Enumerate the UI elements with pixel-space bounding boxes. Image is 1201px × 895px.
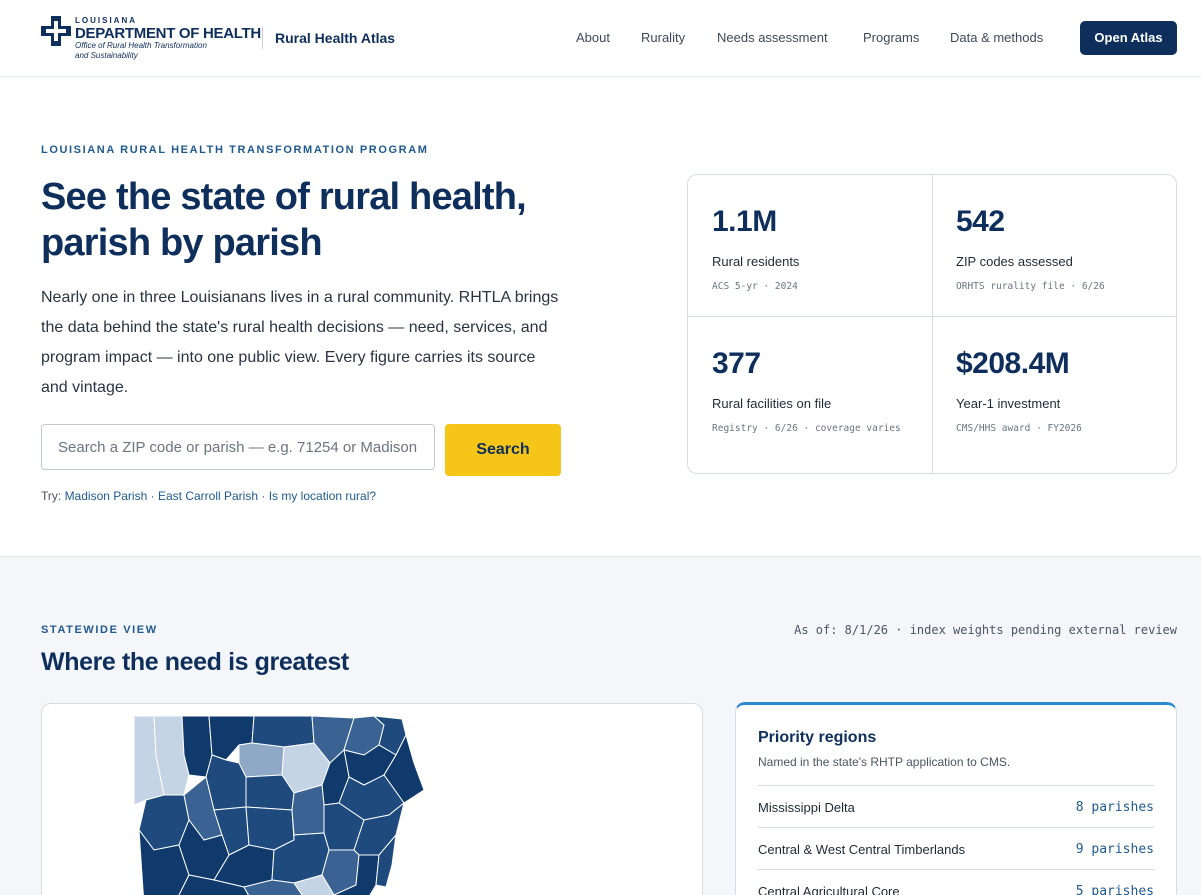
region-parish-count: 8 parishes bbox=[1075, 800, 1154, 815]
product-name[interactable]: Rural Health Atlas bbox=[275, 30, 395, 46]
stat-source: ORHTS rurality file · 6/26 bbox=[956, 281, 1105, 292]
site-header: LOUISIANA DEPARTMENT OF HEALTH Office of… bbox=[0, 0, 1201, 77]
search-input[interactable] bbox=[41, 424, 435, 470]
stats-card: 1.1M Rural residents ACS 5-yr · 2024 542… bbox=[687, 174, 1177, 474]
stat-value: $208.4M bbox=[956, 347, 1070, 380]
try-suggestions: Try: Madison Parish · East Carroll Paris… bbox=[41, 489, 376, 503]
parish-need-map[interactable] bbox=[41, 703, 703, 895]
logo-office-text-2: and Sustainability bbox=[75, 51, 138, 60]
stat-value: 377 bbox=[712, 347, 761, 380]
region-name: Central Agricultural Core bbox=[758, 884, 900, 895]
region-parish-count: 9 parishes bbox=[1075, 842, 1154, 857]
map-parish[interactable] bbox=[291, 784, 325, 836]
try-link-madison-parish[interactable]: Madison Parish bbox=[65, 489, 148, 503]
stat-value: 1.1M bbox=[712, 205, 777, 238]
hero-title: See the state of rural health, parish by… bbox=[41, 176, 527, 264]
nav-rurality[interactable]: Rurality bbox=[641, 30, 685, 45]
logo-department-text: DEPARTMENT OF HEALTH bbox=[75, 25, 261, 42]
region-name: Central & West Central Timberlands bbox=[758, 842, 966, 857]
nav-needs-assessment[interactable]: Needs assessment bbox=[717, 30, 828, 45]
stat-value: 542 bbox=[956, 205, 1005, 238]
try-prefix: Try: bbox=[41, 489, 62, 503]
try-link-is-location-rural[interactable]: Is my location rural? bbox=[269, 489, 376, 503]
priority-region-row[interactable]: Mississippi Delta 8 parishes bbox=[758, 785, 1154, 827]
louisiana-parish-map[interactable] bbox=[134, 715, 434, 895]
stat-zip-codes: 542 ZIP codes assessed ORHTS rurality fi… bbox=[956, 204, 1176, 295]
nav-about[interactable]: About bbox=[576, 30, 610, 45]
ldh-logo[interactable]: LOUISIANA DEPARTMENT OF HEALTH Office of… bbox=[41, 14, 261, 62]
header-divider bbox=[262, 27, 263, 49]
priority-region-row[interactable]: Central & West Central Timberlands 9 par… bbox=[758, 827, 1154, 869]
priority-title: Priority regions bbox=[758, 729, 877, 746]
state-cross-logo-icon bbox=[41, 16, 71, 46]
region-parish-count: 5 parishes bbox=[1075, 884, 1154, 895]
stat-label: Rural facilities on file bbox=[712, 396, 832, 411]
logo-state-text: LOUISIANA bbox=[75, 16, 137, 25]
stat-label: ZIP codes assessed bbox=[956, 254, 1073, 269]
hero-eyebrow: LOUISIANA RURAL HEALTH TRANSFORMATION PR… bbox=[41, 144, 429, 156]
hero-body: Nearly one in three Louisianans lives in… bbox=[41, 289, 559, 396]
stat-rural-residents: 1.1M Rural residents ACS 5-yr · 2024 bbox=[712, 204, 932, 295]
region-name: Mississippi Delta bbox=[758, 800, 855, 815]
stats-divider-vertical bbox=[932, 175, 933, 473]
try-link-east-carroll-parish[interactable]: East Carroll Parish bbox=[158, 489, 258, 503]
stat-year1-investment: $208.4M Year-1 investment CMS/HHS award … bbox=[956, 346, 1176, 437]
open-atlas-button[interactable]: Open Atlas bbox=[1080, 21, 1177, 55]
priority-region-row[interactable]: Central Agricultural Core 5 parishes bbox=[758, 869, 1154, 895]
nav-programs[interactable]: Programs bbox=[863, 30, 919, 45]
stat-rural-facilities: 377 Rural facilities on file Registry · … bbox=[712, 346, 902, 437]
try-separator: · bbox=[261, 489, 266, 503]
map-parish[interactable] bbox=[251, 715, 315, 748]
stats-divider-horizontal bbox=[688, 316, 1176, 317]
stat-label: Rural residents bbox=[712, 254, 800, 269]
stat-source: Registry · 6/26 · coverage varies bbox=[712, 423, 901, 434]
as-of-note: As of: 8/1/26 · index weights pending ex… bbox=[794, 623, 1177, 637]
nav-data-methods[interactable]: Data & methods bbox=[950, 30, 1043, 45]
priority-regions-card: Priority regions Named in the state's RH… bbox=[735, 702, 1177, 895]
map-parish[interactable] bbox=[238, 742, 285, 778]
try-separator: · bbox=[150, 489, 155, 503]
logo-office-text-1: Office of Rural Health Transformation bbox=[75, 41, 207, 50]
statewide-title: Where the need is greatest bbox=[41, 648, 349, 676]
search-button[interactable]: Search bbox=[445, 424, 561, 476]
priority-subtitle: Named in the state's RHTP application to… bbox=[758, 755, 1011, 769]
stat-label: Year-1 investment bbox=[956, 396, 1061, 411]
stat-source: ACS 5-yr · 2024 bbox=[712, 281, 798, 292]
stat-source: CMS/HHS award · FY2026 bbox=[956, 423, 1082, 434]
statewide-eyebrow: STATEWIDE VIEW bbox=[41, 624, 158, 636]
